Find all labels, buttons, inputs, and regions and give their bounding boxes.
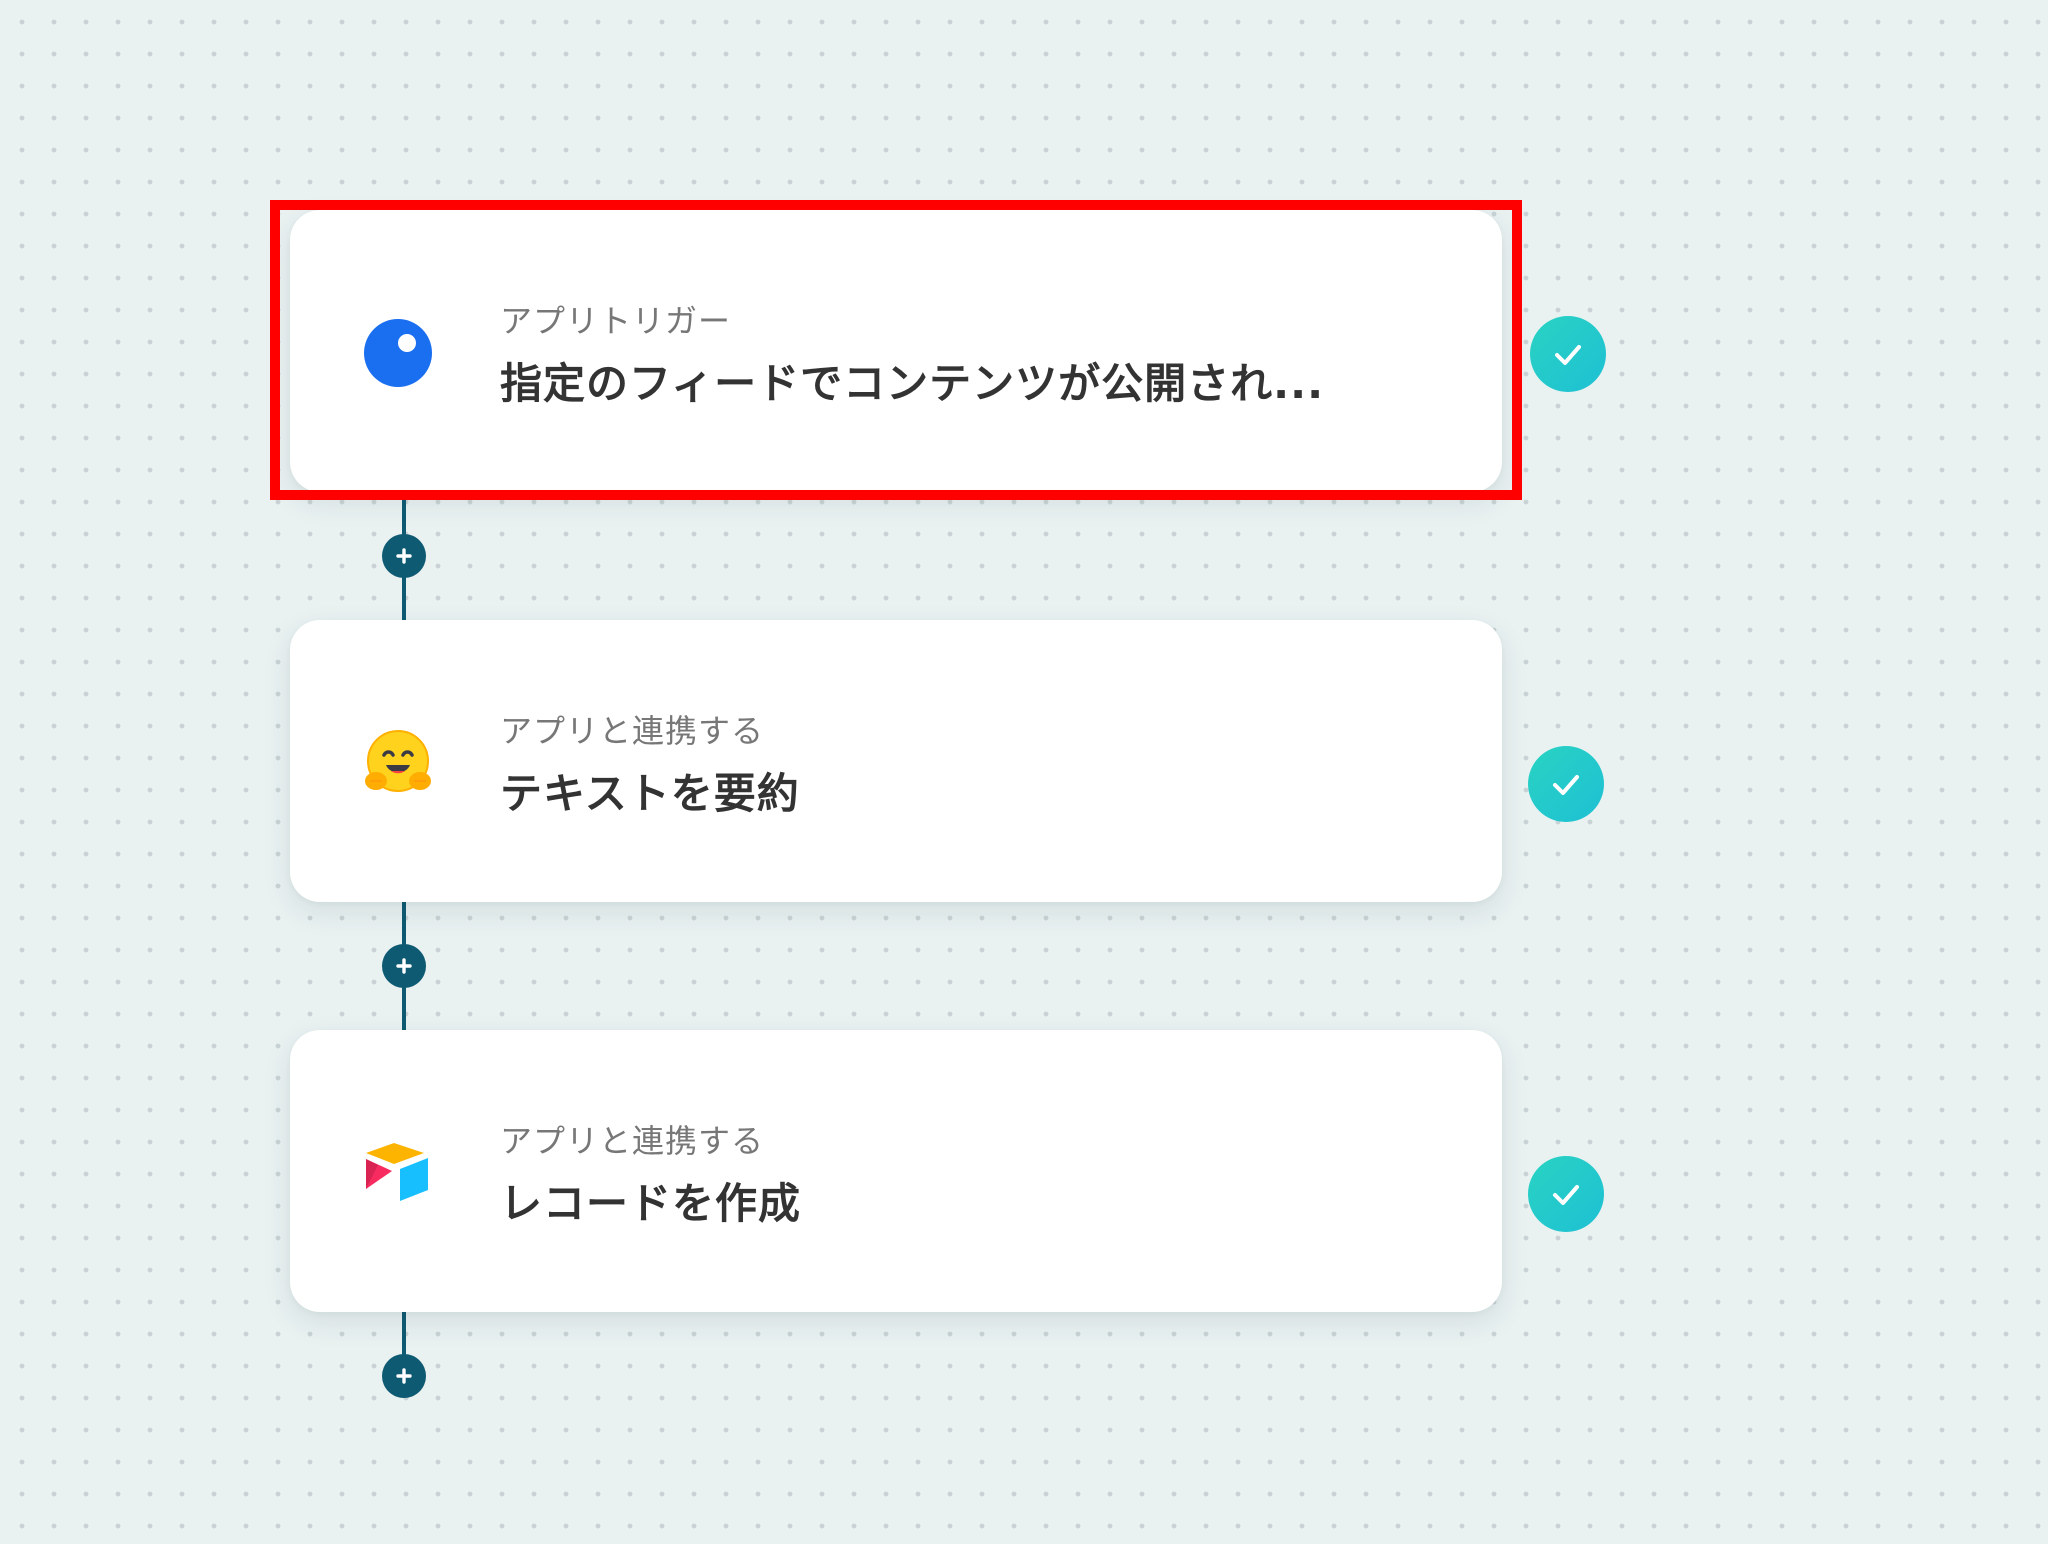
hugging-face-icon: [360, 725, 436, 801]
add-step-button[interactable]: [382, 534, 426, 578]
plus-icon: [396, 958, 412, 974]
workflow-canvas: アプリトリガー 指定のフィードでコンテンツが公開され... アプリと連携する テ…: [0, 0, 2048, 1544]
step-title: テキストを要約: [500, 769, 800, 818]
step-label: アプリトリガー: [500, 302, 732, 340]
step-card-create-record[interactable]: アプリと連携する レコードを作成: [290, 1030, 1502, 1312]
check-icon: [1530, 316, 1606, 392]
add-step-button[interactable]: [382, 1354, 426, 1398]
airtable-icon: [360, 1135, 436, 1211]
plus-icon: [396, 548, 412, 564]
plus-icon: [396, 1368, 412, 1384]
feed-icon: [360, 315, 436, 391]
check-icon: [1528, 1156, 1604, 1232]
step-card-summarize[interactable]: アプリと連携する テキストを要約: [290, 620, 1502, 902]
step-title: 指定のフィードでコンテンツが公開され...: [500, 359, 1325, 408]
step-label: アプリと連携する: [500, 712, 765, 750]
step-card-trigger[interactable]: アプリトリガー 指定のフィードでコンテンツが公開され...: [290, 210, 1502, 492]
step-title: レコードを作成: [500, 1179, 802, 1228]
check-icon: [1528, 746, 1604, 822]
step-label: アプリと連携する: [500, 1122, 765, 1160]
add-step-button[interactable]: [382, 944, 426, 988]
